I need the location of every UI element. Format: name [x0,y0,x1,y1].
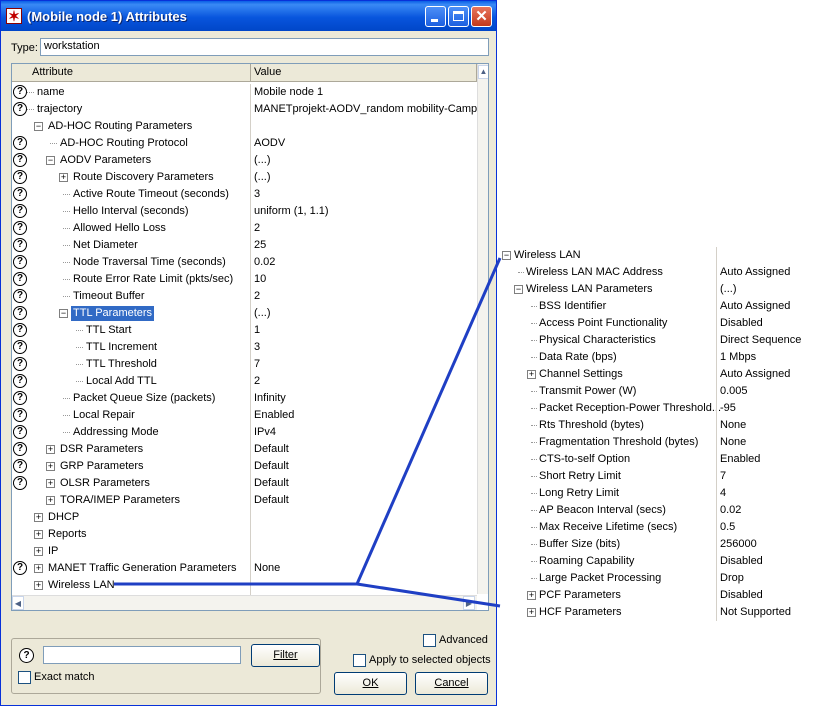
callout-line-lower [356,582,501,608]
callout-line-upper [355,257,502,585]
callout-lines [114,257,502,608]
